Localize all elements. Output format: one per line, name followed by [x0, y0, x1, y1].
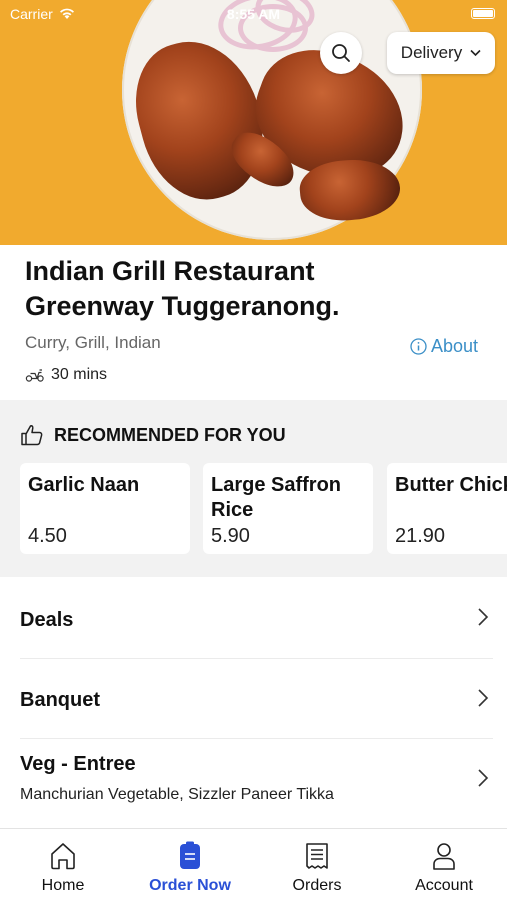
eta-label: 30 mins [51, 366, 108, 383]
thumbs-up-icon [21, 425, 43, 446]
scooter-icon [25, 369, 44, 382]
tab-orders[interactable]: Orders [254, 841, 380, 895]
battery-icon [471, 8, 495, 19]
restaurant-title: Indian Grill Restaurant Greenway Tuggera… [25, 256, 340, 321]
recommended-item[interactable]: Butter Chicken 21.90 [387, 463, 507, 554]
bottom-tab-bar: Home Order Now Orders Account [0, 828, 507, 900]
order-icon [180, 841, 200, 869]
restaurant-cuisines: Curry, Grill, Indian [25, 333, 161, 352]
recommended-section: RECOMMENDED FOR YOU Garlic Naan 4.50 Lar… [0, 400, 507, 577]
tab-home[interactable]: Home [0, 841, 126, 895]
status-time: 8:55 AM [226, 6, 281, 22]
tab-orders-label: Orders [292, 877, 342, 894]
delivery-mode-dropdown[interactable]: Delivery [387, 32, 495, 74]
recommended-item[interactable]: Large Saffron Rice 5.90 [203, 463, 373, 554]
tab-order-now[interactable]: Order Now [127, 841, 253, 895]
chevron-right-icon [478, 769, 489, 787]
tab-order-now-label: Order Now [149, 877, 231, 894]
recommended-item[interactable]: Garlic Naan 4.50 [20, 463, 190, 554]
person-icon [433, 843, 455, 870]
delivery-mode-label: Delivery [400, 43, 463, 62]
menu-category-deals[interactable]: Deals [0, 578, 507, 658]
info-icon [410, 338, 427, 355]
about-label: About [431, 336, 479, 356]
about-link[interactable]: About [410, 336, 478, 357]
receipt-icon [306, 843, 328, 869]
search-button[interactable] [320, 32, 362, 74]
menu-category-banquet[interactable]: Banquet [0, 659, 507, 738]
menu-category-veg-entree[interactable]: Veg - Entree Manchurian Vegetable, Sizzl… [0, 739, 507, 827]
tab-account[interactable]: Account [381, 841, 507, 895]
recommended-header: RECOMMENDED FOR YOU [20, 424, 286, 446]
search-icon [332, 44, 350, 62]
delivery-eta: 30 mins [25, 366, 107, 384]
chevron-right-icon [478, 608, 489, 626]
tab-account-label: Account [415, 877, 473, 894]
status-bar: Carrier 8:55 AM [0, 0, 507, 28]
chevron-down-icon [470, 49, 481, 57]
chevron-right-icon [478, 689, 489, 707]
home-icon [51, 843, 75, 870]
tab-home-label: Home [41, 877, 85, 894]
